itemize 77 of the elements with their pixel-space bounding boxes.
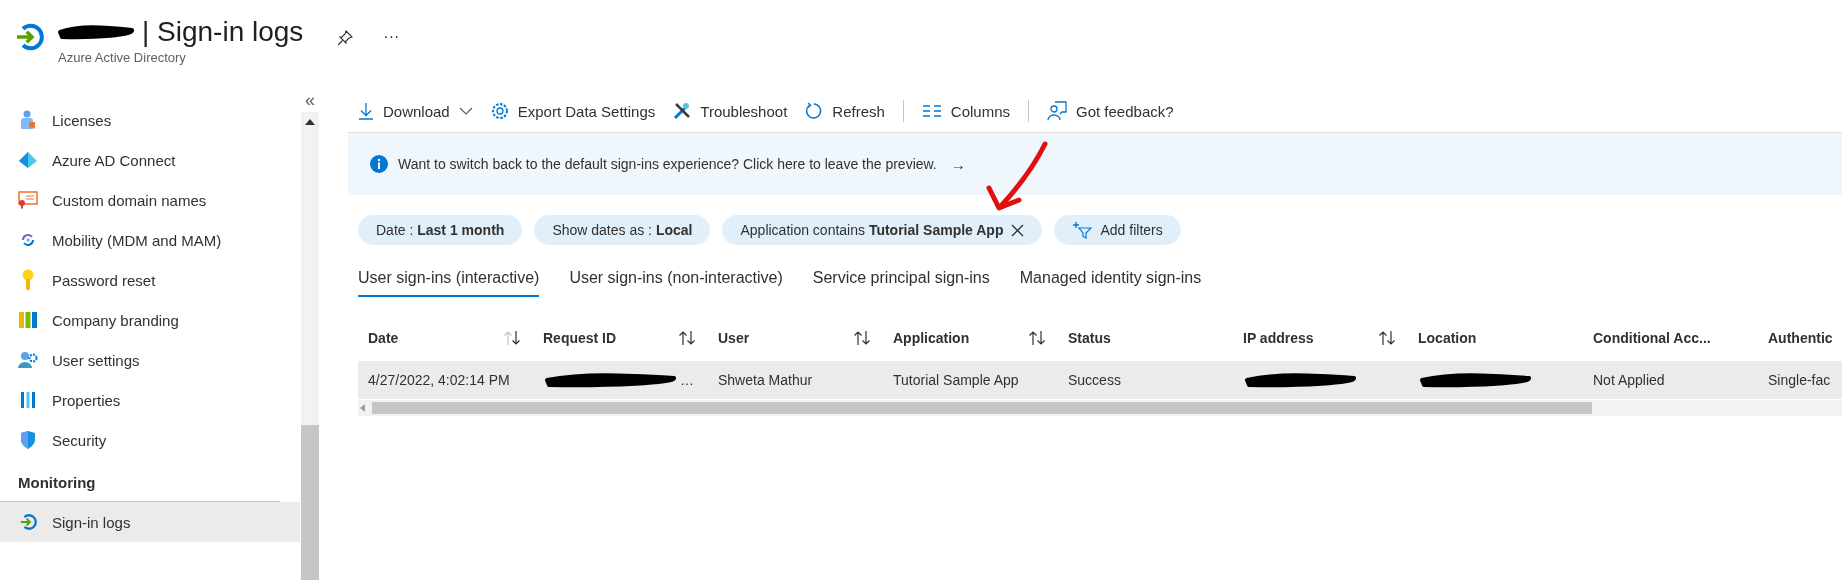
sign-in-icon (14, 22, 44, 52)
shield-icon (20, 430, 36, 450)
key-icon (21, 269, 35, 291)
horizontal-scrollbar[interactable] (358, 400, 1842, 416)
add-filter-button[interactable]: Add filters (1054, 215, 1181, 245)
sidebar-item[interactable]: Azure AD Connect (0, 140, 300, 180)
columns-icon (921, 104, 942, 118)
column-header[interactable]: Conditional Acc... (1593, 330, 1711, 346)
scroll-up-icon[interactable] (305, 119, 315, 125)
column-header[interactable]: IP address (1243, 330, 1314, 346)
toolbar-button[interactable]: Troubleshoot (673, 102, 788, 120)
banner-text[interactable]: Want to switch back to the default sign-ins experience? Click here to leave the preview. (398, 156, 937, 172)
certificate-icon (18, 191, 38, 209)
sidebar-item[interactable]: Company branding (0, 300, 300, 340)
table-cell: Single-fac (1768, 372, 1831, 388)
sidebar-item[interactable]: Licenses (0, 100, 300, 140)
scrollbar[interactable] (301, 112, 319, 580)
tab[interactable]: Service principal sign-ins (812, 263, 990, 297)
toolbar-button[interactable]: Columns (921, 102, 1010, 120)
table-cell: 4/27/2022, 4:02:14 PM (368, 372, 510, 388)
filter-pill[interactable]: Application contains Tutorial Sample App (722, 215, 1043, 245)
sidebar-item[interactable]: Sign-in logs (0, 502, 300, 542)
refresh-icon (805, 102, 824, 120)
sidebar-item[interactable]: Properties (0, 380, 300, 420)
tab[interactable]: Managed identity sign-ins (1019, 263, 1202, 297)
table-cell: Not Applied (1593, 372, 1665, 388)
collapse-button[interactable]: « (305, 88, 315, 112)
filter-pill[interactable]: Show dates as : Local (534, 215, 711, 245)
column-header[interactable]: User (718, 330, 750, 346)
filter-add-icon (1072, 221, 1093, 239)
page-subtitle: Azure Active Directory (58, 50, 187, 65)
sync-icon (19, 231, 37, 249)
sort-icon[interactable] (1378, 330, 1396, 346)
sidebar-item[interactable]: Security (0, 420, 300, 460)
column-header[interactable]: Request ID (543, 330, 617, 346)
color-bars-icon (18, 311, 38, 329)
column-header[interactable]: Location (1418, 330, 1477, 346)
toolbar-button[interactable]: Download (358, 102, 473, 120)
sidebar-item[interactable]: Custom domain names (0, 180, 300, 220)
filter-pill[interactable]: Date : Last 1 month (358, 215, 523, 245)
page-title: | Sign-in logs (142, 16, 304, 48)
info-icon (370, 155, 388, 173)
table-row[interactable]: 4/27/2022, 4:02:14 PM … Shweta Mathur Tutorial Sample App Success Not Applied Single-fac (358, 361, 1842, 399)
pin-icon[interactable] (337, 30, 354, 46)
toolbar-button[interactable]: Refresh (805, 102, 885, 120)
table-cell: Success (1068, 372, 1121, 388)
caret-icon (458, 107, 473, 115)
tab[interactable]: User sign-ins (interactive) (358, 263, 540, 297)
sidebar-item[interactable]: Mobility (MDM and MAM) (0, 220, 300, 260)
bars-icon (20, 391, 36, 409)
table-cell: Shweta Mathur (718, 372, 813, 388)
sort-icon[interactable] (503, 330, 521, 346)
pyramid-icon (18, 151, 38, 169)
column-header[interactable]: Date (368, 330, 399, 346)
person-badge-icon (19, 110, 37, 130)
sidebar-item[interactable]: User settings (0, 340, 300, 380)
close-icon[interactable] (1011, 223, 1025, 237)
sign-in-icon (19, 513, 37, 531)
settings-icon (490, 102, 509, 120)
user-gear-icon (18, 351, 38, 369)
more-button[interactable]: ··· (383, 28, 400, 80)
toolbar-button[interactable]: Got feedback? (1047, 101, 1174, 121)
sort-icon[interactable] (1028, 330, 1046, 346)
sort-icon[interactable] (853, 330, 871, 346)
column-header[interactable]: Application (893, 330, 970, 346)
arrow-link[interactable]: → (950, 155, 966, 173)
tab[interactable]: User sign-ins (non-interactive) (569, 263, 783, 297)
feedback-icon (1047, 101, 1067, 121)
table-cell: … (680, 372, 694, 388)
column-header[interactable]: Authentic (1768, 330, 1833, 346)
toolbar-button[interactable]: Export Data Settings (490, 102, 656, 120)
sidebar-item[interactable]: Password reset (0, 260, 300, 300)
sort-icon[interactable] (678, 330, 696, 346)
column-header[interactable]: Status (1068, 330, 1111, 346)
tools-icon (673, 102, 692, 120)
download-icon (358, 102, 374, 120)
table-cell: Tutorial Sample App (893, 372, 1019, 388)
